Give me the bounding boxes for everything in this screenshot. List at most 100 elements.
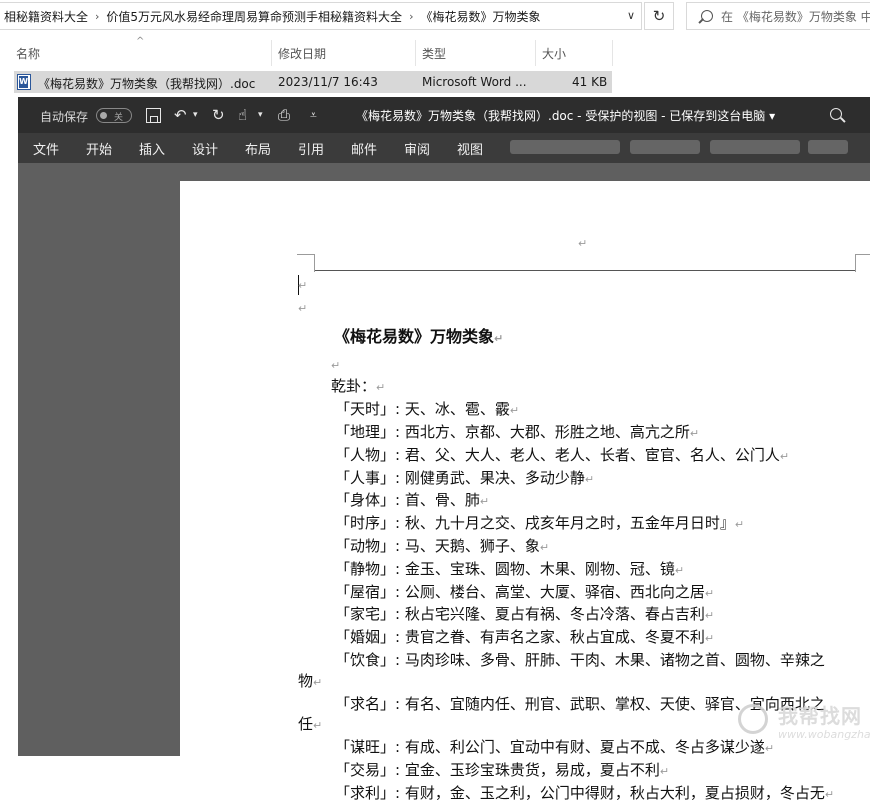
- header-line: [315, 270, 855, 271]
- line-text: 「婚姻」: 贵官之眷、有声名之家、秋占宜成、冬夏不利: [335, 628, 705, 647]
- ribbon-tabs: 文件 开始 插入 设计 布局 引用 邮件 审阅 视图: [18, 133, 870, 163]
- column-divider[interactable]: [535, 40, 536, 66]
- document-line: 物↵: [298, 671, 858, 694]
- document-line: 「家宅」: 秋占宅兴隆、夏占有祸、冬占冷落、春占吉利↵: [298, 604, 858, 627]
- customize-toolbar-icon[interactable]: ⩡: [310, 105, 317, 125]
- watermark: 我帮找网 www.wobangzhao.com: [738, 700, 870, 752]
- tab-mailings[interactable]: 邮件: [351, 139, 377, 158]
- column-divider[interactable]: [415, 40, 416, 66]
- line-text: 「交易」: 宜金、玉珍宝珠贵货，易成，夏占不利: [335, 760, 660, 779]
- blurred-region: [510, 140, 620, 154]
- document-line: 「饮食」: 马肉珍味、多骨、肝肺、干肉、木果、诸物之首、圆物、辛辣之: [298, 650, 858, 671]
- search-icon[interactable]: [830, 108, 842, 120]
- column-divider[interactable]: [612, 40, 613, 66]
- document-line: 「时序」: 秋、九十月之交、戌亥年月之时，五金年月日时』↵: [298, 513, 858, 536]
- line-text: 「动物」: 马、天鹅、狮子、象: [335, 536, 540, 555]
- document-line: 「求利」: 有财，金、玉之利，公门中得财，秋占大利，夏占损财，冬占无↵: [298, 783, 858, 806]
- column-name[interactable]: 名称: [16, 45, 40, 62]
- address-dropdown-icon[interactable]: ∨: [627, 9, 635, 22]
- search-input[interactable]: 在 《梅花易数》万物类象 中: [686, 2, 870, 30]
- file-name: 《梅花易数》万物类象（我帮找网）.doc: [38, 77, 256, 91]
- paragraph-mark: ↵: [298, 279, 308, 292]
- watermark-subtext: www.wobangzhao.com: [778, 728, 870, 741]
- document-title[interactable]: 《梅花易数》万物类象（我帮找网）.doc - 受保护的视图 - 已保存到这台电脑…: [356, 107, 775, 124]
- paragraph-mark: ↵: [704, 609, 715, 623]
- tab-layout[interactable]: 布局: [245, 139, 271, 158]
- breadcrumb-item[interactable]: 相秘籍资料大全: [0, 8, 92, 25]
- word-window: 自动保存 关 ↶ ▾ ↻ ☝ ▾ ⎙ ⩡ 《梅花易数》万物类象（我帮找网）.do…: [18, 97, 870, 802]
- document-line: 「人物」: 君、父、大人、老人、老人、长者、宦官、名人、公门人↵: [298, 445, 858, 468]
- sort-up-icon: ^: [136, 36, 145, 47]
- paragraph-mark: ↵: [704, 632, 715, 646]
- tab-references[interactable]: 引用: [298, 139, 324, 158]
- paragraph-mark: ↵: [674, 563, 685, 577]
- breadcrumb-chevron-icon: ›: [409, 9, 414, 23]
- line-text: 「人事」: 刚健勇武、果决、多动少静: [335, 468, 585, 487]
- paragraph-mark: ↵: [509, 404, 520, 418]
- address-bar[interactable]: 相秘籍资料大全 › 价值5万元风水易经命理周易算命预测手相秘籍资料大全 › 《梅…: [0, 2, 642, 30]
- line-text: 「静物」: 金玉、宝珠、圆物、木果、刚物、冠、镜: [335, 559, 675, 578]
- document-line: 「屋宿」: 公厕、楼台、高堂、大厦、驿宿、西北向之居↵: [298, 582, 858, 605]
- column-modified[interactable]: 修改日期: [278, 45, 326, 62]
- blurred-region: [808, 140, 848, 154]
- print-preview-icon[interactable]: ⎙: [278, 105, 290, 125]
- tab-insert[interactable]: 插入: [139, 139, 165, 158]
- document-area[interactable]: ↵ ↵ ↵ 《梅花易数》万物类象↵ ↵ 乾卦：↵ 「天时」: 天、冰、雹、霰↵ 「…: [18, 163, 870, 802]
- refresh-icon: ↻: [652, 7, 666, 25]
- breadcrumb-item[interactable]: 《梅花易数》万物类象: [416, 8, 544, 25]
- document-page[interactable]: ↵ ↵ ↵ 《梅花易数》万物类象↵ ↵ 乾卦：↵ 「天时」: 天、冰、雹、霰↵ 「…: [180, 181, 870, 802]
- column-size[interactable]: 大小: [542, 45, 566, 62]
- breadcrumb-chevron-icon: ›: [95, 9, 100, 23]
- watermark-text: 我帮找网: [778, 704, 862, 728]
- paragraph-mark: ↵: [494, 331, 504, 345]
- breadcrumb-item[interactable]: 价值5万元风水易经命理周易算命预测手相秘籍资料大全: [102, 8, 406, 25]
- undo-icon[interactable]: ↶: [174, 105, 187, 125]
- line-text: 「家宅」: 秋占宅兴隆、夏占有祸、冬占冷落、春占吉利: [335, 605, 705, 624]
- paragraph-mark: ↵: [824, 787, 835, 801]
- section-heading: 乾卦：↵: [298, 376, 858, 399]
- empty-paragraph: ↵: [298, 354, 858, 377]
- document-line: 「地理」: 西北方、京都、大郡、形胜之地、高亢之所↵: [298, 422, 858, 445]
- touch-dropdown-icon[interactable]: ▾: [258, 105, 263, 125]
- touch-mode-icon[interactable]: ☝: [238, 105, 247, 125]
- document-line: 「人事」: 刚健勇武、果决、多动少静↵: [298, 468, 858, 491]
- paragraph-mark: ↵: [689, 426, 700, 440]
- tab-file[interactable]: 文件: [33, 139, 59, 158]
- tab-view[interactable]: 视图: [457, 139, 483, 158]
- tab-home[interactable]: 开始: [86, 139, 112, 158]
- document-line: 「身体」: 首、骨、肺↵: [298, 490, 858, 513]
- paragraph-mark: ↵: [779, 449, 790, 463]
- line-text: 「地理」: 西北方、京都、大郡、形胜之地、高亢之所: [335, 422, 690, 441]
- document-line: 「动物」: 马、天鹅、狮子、象↵: [298, 536, 858, 559]
- document-line: 「天时」: 天、冰、雹、霰↵: [298, 399, 858, 422]
- autosave-toggle[interactable]: 关: [96, 108, 132, 123]
- file-size: 41 KB: [572, 75, 608, 89]
- line-text: 「求利」: 有财，金、玉之利，公门中得财，秋占大利，夏占损财，冬占无: [335, 783, 825, 802]
- file-list-header: ^ 名称 修改日期 类型 大小: [0, 36, 870, 68]
- search-icon: [701, 10, 713, 22]
- paragraph-mark: ↵: [313, 675, 323, 689]
- refresh-button[interactable]: ↻: [644, 2, 674, 30]
- undo-dropdown-icon[interactable]: ▾: [193, 105, 198, 125]
- column-divider[interactable]: [271, 40, 272, 66]
- paragraph-mark: ↵: [659, 764, 670, 778]
- section-text: 乾卦：: [331, 377, 377, 396]
- line-text: 「人物」: 君、父、大人、老人、老人、长者、宦官、名人、公门人: [335, 445, 780, 464]
- line-text: 「谋旺」: 有成、利公门、宜动中有财、夏占不成、冬占多谋少遂: [335, 738, 765, 757]
- save-icon[interactable]: [146, 108, 161, 123]
- search-placeholder: 在 《梅花易数》万物类象 中: [721, 9, 870, 24]
- file-row[interactable]: 《梅花易数》万物类象（我帮找网）.doc 2023/11/7 16:43 Mic…: [14, 71, 612, 93]
- crop-mark: [297, 254, 315, 272]
- line-text: 「饮食」: 马肉珍味、多骨、肝肺、干肉、木果、诸物之首、圆物、辛辣之: [335, 650, 825, 669]
- blurred-region: [630, 140, 700, 154]
- column-type[interactable]: 类型: [422, 45, 446, 62]
- file-type: Microsoft Word ...: [422, 75, 527, 89]
- redo-icon[interactable]: ↻: [212, 105, 225, 125]
- tab-review[interactable]: 审阅: [404, 139, 430, 158]
- paragraph-mark: ↵: [584, 472, 595, 486]
- crop-mark: [855, 254, 870, 272]
- paragraph-mark: ↵: [479, 495, 490, 509]
- tab-design[interactable]: 设计: [192, 139, 218, 158]
- empty-paragraph: ↵: [298, 274, 858, 297]
- line-text: 「天时」: 天、冰、雹、霰: [335, 400, 510, 419]
